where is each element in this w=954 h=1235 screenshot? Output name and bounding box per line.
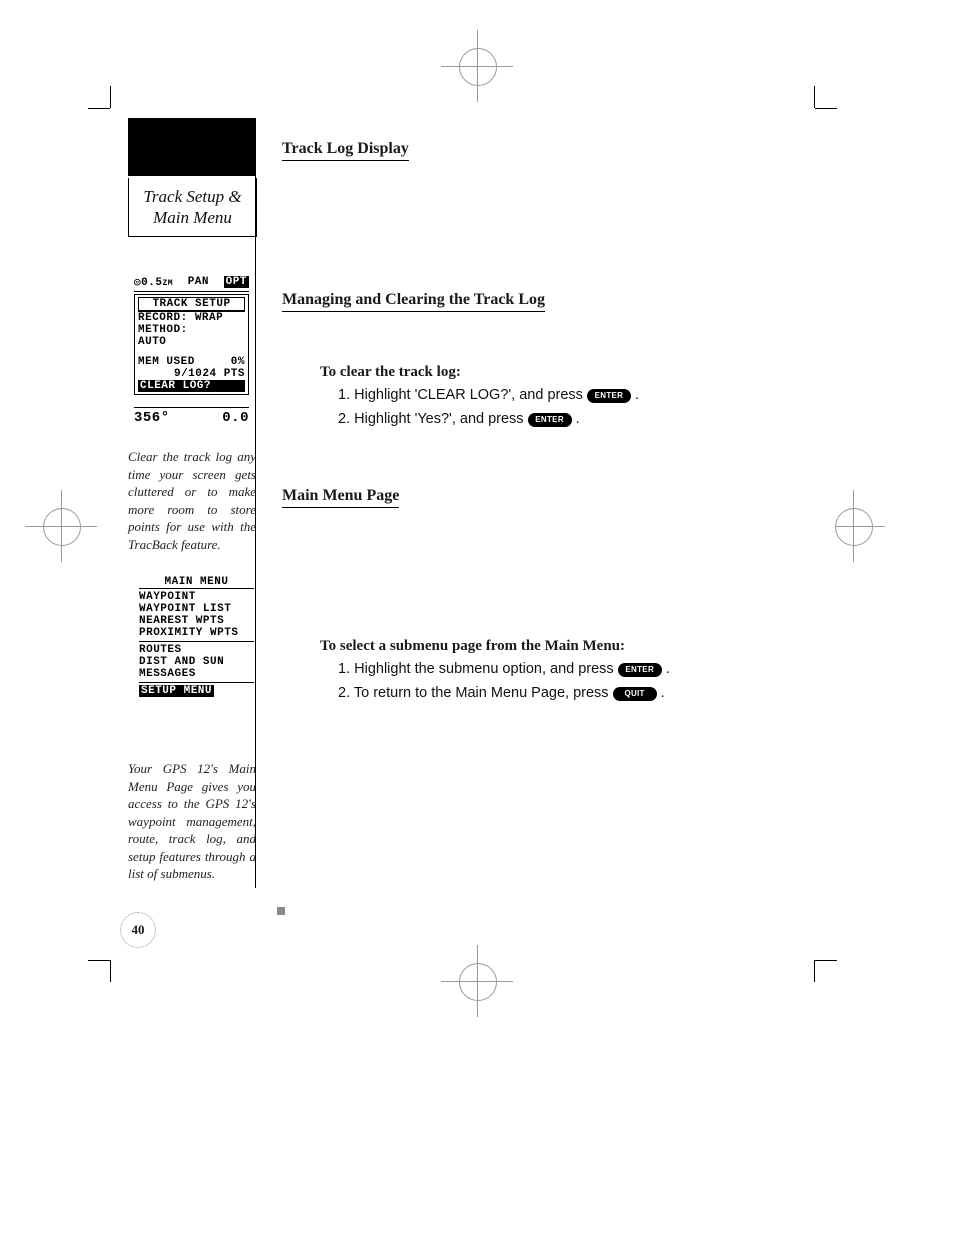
sidebar-title: Track Setup & Main Menu	[128, 178, 257, 237]
heading-readout: 356°	[134, 410, 170, 426]
crop-mark-left	[25, 490, 97, 562]
figure-track-setup-screen: ◎0.5ZM PAN OPT TRACK SETUP RECORD: WRAP …	[134, 275, 249, 426]
enter-button-icon: ENTER	[618, 663, 662, 677]
corner-tick	[814, 960, 815, 982]
crop-mark-top	[441, 30, 513, 102]
figure-main-menu-screen: MAIN MENU WAYPOINT WAYPOINT LIST NEAREST…	[134, 572, 259, 707]
heading-managing-clearing: Managing and Clearing the Track Log	[282, 291, 545, 312]
menu-item: MESSAGES	[139, 668, 254, 680]
manual-page: Track Setup & Main Menu ◎0.5ZM PAN OPT T…	[0, 0, 954, 1235]
main-column: Track Log Display Managing and Clearing …	[282, 118, 807, 709]
quit-button-icon: QUIT	[613, 687, 657, 701]
sidebar-title-line1: Track Setup &	[143, 186, 241, 207]
crop-mark-right	[835, 490, 885, 562]
menu-item: PROXIMITY WPTS	[139, 627, 254, 639]
menu-item: NEAREST WPTS	[139, 615, 254, 627]
corner-tick	[110, 86, 111, 108]
corner-tick	[814, 86, 815, 108]
lcd-box-title: TRACK SETUP	[138, 297, 245, 312]
corner-tick	[88, 108, 110, 109]
step-select-1: 1. Highlight the submenu option, and pre…	[338, 661, 807, 677]
heading-main-menu-page: Main Menu Page	[282, 487, 399, 508]
clear-log-option: CLEAR LOG?	[138, 380, 245, 392]
sidebar-black-band	[128, 118, 255, 176]
subheading-clear-log: To clear the track log:	[320, 364, 807, 381]
footer-marker	[277, 907, 285, 915]
step-select-2: 2. To return to the Main Menu Page, pres…	[338, 685, 807, 701]
menu-item: ROUTES	[139, 644, 254, 656]
subheading-select-submenu: To select a submenu page from the Main M…	[320, 638, 807, 655]
sidebar-title-line2: Main Menu	[143, 207, 241, 228]
lcd-title: MAIN MENU	[139, 576, 254, 589]
step-clear-2: 2. Highlight 'Yes?', and press ENTER .	[338, 411, 807, 427]
corner-tick	[88, 960, 110, 961]
opt-badge: OPT	[224, 276, 249, 288]
speed-readout: 0.0	[222, 410, 249, 426]
menu-item: WAYPOINT LIST	[139, 603, 254, 615]
page-number: 40	[120, 912, 156, 948]
corner-tick	[815, 108, 837, 109]
figure-caption-2: Your GPS 12's Main Menu Page gives you a…	[128, 760, 256, 883]
heading-track-log-display: Track Log Display	[282, 140, 409, 161]
enter-button-icon: ENTER	[587, 389, 631, 403]
step-clear-1: 1. Highlight 'CLEAR LOG?', and press ENT…	[338, 387, 807, 403]
enter-button-icon: ENTER	[528, 413, 572, 427]
corner-tick	[815, 960, 837, 961]
menu-item: WAYPOINT	[139, 591, 254, 603]
setup-menu-item: SETUP MENU	[139, 685, 214, 697]
crop-mark-bottom	[441, 945, 513, 1017]
menu-item: DIST AND SUN	[139, 656, 254, 668]
corner-tick	[110, 960, 111, 982]
figure-caption-1: Clear the track log any time your screen…	[128, 448, 256, 553]
